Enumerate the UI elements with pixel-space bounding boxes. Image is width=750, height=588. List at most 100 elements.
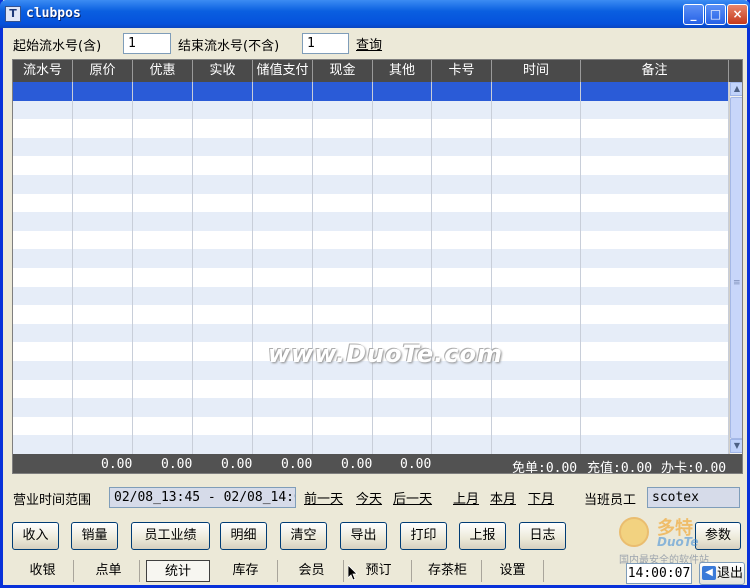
report-button[interactable]: 上报 xyxy=(459,522,506,550)
tab-statistics[interactable]: 统计 xyxy=(146,560,210,582)
table-cell xyxy=(193,193,253,213)
table-body[interactable] xyxy=(13,82,729,454)
table-cell xyxy=(13,193,73,213)
col-other-header[interactable]: 其他 xyxy=(373,60,432,82)
col-time-header[interactable]: 时间 xyxy=(492,60,581,82)
scroll-down-icon[interactable]: ▼ xyxy=(730,439,742,453)
params-button[interactable]: 参数 xyxy=(695,522,741,550)
col-remark-header[interactable]: 备注 xyxy=(581,60,729,82)
table-cell xyxy=(492,119,581,138)
table-cell xyxy=(581,175,729,194)
log-button[interactable]: 日志 xyxy=(519,522,566,550)
table-row[interactable] xyxy=(13,230,729,250)
vertical-scrollbar[interactable]: ▲ ≡ ▼ xyxy=(729,82,742,454)
table-cell xyxy=(13,398,73,417)
last-month-link[interactable]: 上月 xyxy=(453,488,479,507)
col-stored-value-header[interactable]: 储值支付 xyxy=(253,60,313,82)
exit-arrow-icon: ◀ xyxy=(702,566,716,580)
table-row[interactable] xyxy=(13,175,729,194)
exit-button[interactable]: ◀ 退出 xyxy=(699,562,745,585)
table-cell xyxy=(373,379,432,399)
details-button[interactable]: 明细 xyxy=(220,522,267,550)
start-serial-input[interactable]: 1 xyxy=(123,33,171,54)
table-cell xyxy=(193,82,253,101)
table-cell xyxy=(13,323,73,343)
col-discount-header[interactable]: 优惠 xyxy=(133,60,193,82)
table-row[interactable] xyxy=(13,416,729,436)
export-button[interactable]: 导出 xyxy=(340,522,387,550)
window-title: clubpos xyxy=(26,6,81,21)
table-cell xyxy=(73,323,133,343)
table-row[interactable] xyxy=(13,137,729,157)
print-button[interactable]: 打印 xyxy=(400,522,447,550)
income-button[interactable]: 收入 xyxy=(12,522,59,550)
table-cell xyxy=(253,398,313,417)
tab-members[interactable]: 会员 xyxy=(280,560,344,582)
table-cell xyxy=(253,268,313,287)
today-link[interactable]: 今天 xyxy=(356,488,382,507)
table-cell xyxy=(193,268,253,287)
table-cell xyxy=(432,212,492,231)
table-cell xyxy=(581,342,729,361)
table-cell xyxy=(581,416,729,436)
this-month-link[interactable]: 本月 xyxy=(490,488,516,507)
table-row[interactable] xyxy=(13,268,729,287)
sales-volume-button[interactable]: 销量 xyxy=(71,522,118,550)
clear-button[interactable]: 清空 xyxy=(280,522,327,550)
table-row[interactable] xyxy=(13,286,729,306)
scroll-up-icon[interactable]: ▲ xyxy=(730,82,742,96)
table-row[interactable] xyxy=(13,379,729,399)
time-range-field[interactable]: 02/08_13:45 - 02/08_14:00 xyxy=(109,487,296,508)
table-row[interactable] xyxy=(13,82,729,101)
minimize-button[interactable]: _ xyxy=(683,4,704,25)
table-cell xyxy=(581,82,729,101)
tab-inventory[interactable]: 库存 xyxy=(214,560,278,582)
staff-field[interactable]: scotex xyxy=(647,487,740,508)
table-row[interactable] xyxy=(13,156,729,175)
table-row[interactable] xyxy=(13,305,729,324)
table-cell xyxy=(133,82,193,101)
maximize-button[interactable]: □ xyxy=(705,4,726,25)
search-link[interactable]: 查询 xyxy=(356,34,382,53)
scroll-thumb[interactable] xyxy=(730,97,742,439)
table-row[interactable] xyxy=(13,249,729,268)
tab-settings[interactable]: 设置 xyxy=(482,560,544,582)
table-cell xyxy=(373,249,432,268)
col-card-no-header[interactable]: 卡号 xyxy=(432,60,492,82)
col-cash-header[interactable]: 现金 xyxy=(313,60,373,82)
col-original-price-header[interactable]: 原价 xyxy=(73,60,133,82)
table-cell xyxy=(193,230,253,250)
close-button[interactable]: × xyxy=(727,4,748,25)
logo-site: DuoTe xyxy=(657,535,699,549)
prev-day-link[interactable]: 前一天 xyxy=(304,488,343,507)
table-row[interactable] xyxy=(13,398,729,417)
footer-yuanjia: 0.00 xyxy=(101,457,133,472)
table-row[interactable] xyxy=(13,435,729,454)
table-cell xyxy=(193,361,253,380)
clock-display: 14:00:07 xyxy=(626,563,692,584)
col-serial-header[interactable]: 流水号 xyxy=(13,60,73,82)
staff-performance-button[interactable]: 员工业绩 xyxy=(131,522,210,550)
footer-banka: 办卡:0.00 xyxy=(661,461,727,474)
tab-cashier[interactable]: 收银 xyxy=(12,560,74,582)
next-day-link[interactable]: 后一天 xyxy=(393,488,432,507)
table-row[interactable] xyxy=(13,119,729,138)
tab-order[interactable]: 点单 xyxy=(78,560,140,582)
col-received-header[interactable]: 实收 xyxy=(193,60,253,82)
table-cell xyxy=(133,416,193,436)
table-cell xyxy=(253,230,313,250)
title-bar[interactable]: T clubpos _ □ × xyxy=(0,0,750,28)
table-cell xyxy=(313,100,373,120)
table-row[interactable] xyxy=(13,212,729,231)
tab-tea-cabinet[interactable]: 存茶柜 xyxy=(414,560,482,582)
table-cell xyxy=(373,100,432,120)
footer-xianjin: 0.00 xyxy=(341,457,373,472)
table-row[interactable] xyxy=(13,100,729,120)
table-cell xyxy=(193,286,253,306)
end-serial-input[interactable]: 1 xyxy=(302,33,349,54)
next-month-link[interactable]: 下月 xyxy=(528,488,554,507)
start-serial-label: 起始流水号(含) xyxy=(13,39,102,54)
duote-watermark: www.DuoTe.com xyxy=(268,340,503,368)
table-row[interactable] xyxy=(13,193,729,213)
table-cell xyxy=(373,230,432,250)
